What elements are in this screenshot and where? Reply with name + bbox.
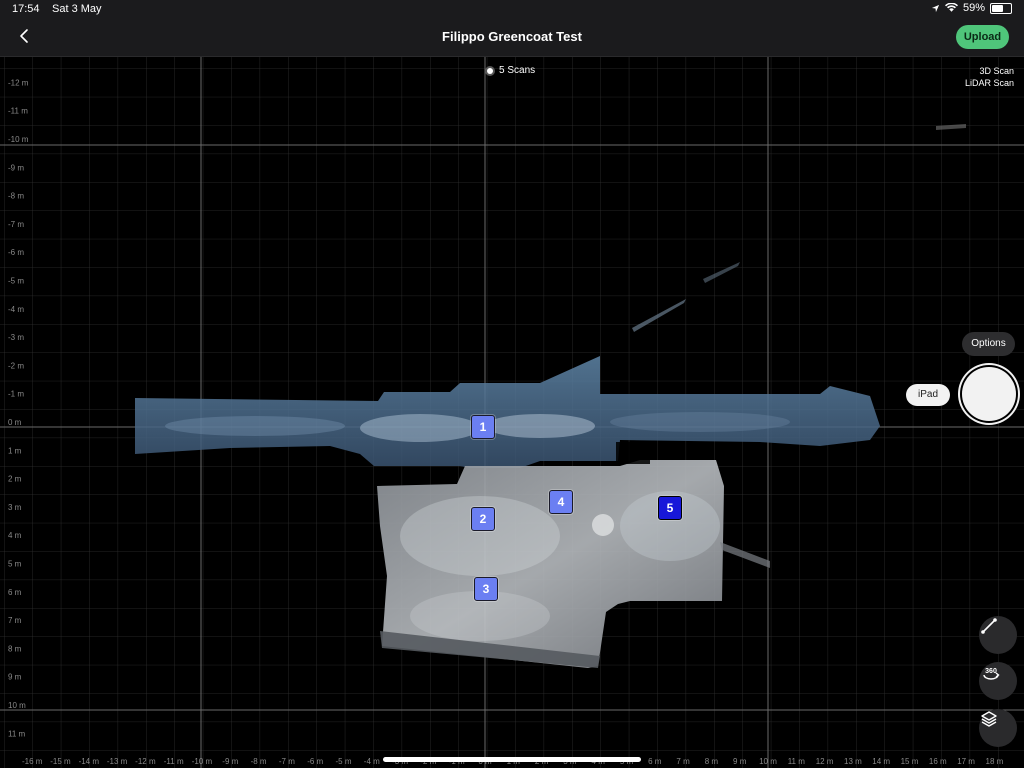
y-axis-label: 8 m xyxy=(8,644,22,653)
y-axis-label: 2 m xyxy=(8,475,22,484)
x-axis-label: 12 m xyxy=(816,757,834,766)
x-axis-label: 18 m xyxy=(986,757,1004,766)
y-axis-label: -8 m xyxy=(8,192,24,201)
x-axis-label: -10 m xyxy=(192,757,213,766)
y-axis-label: 1 m xyxy=(8,446,22,455)
x-axis-label: 6 m xyxy=(648,757,662,766)
x-axis-label: -15 m xyxy=(50,757,71,766)
ruler-line-icon xyxy=(981,618,997,634)
scan-map[interactable]: -12 m -11 m -10 m -9 m -8 m -7 m -6 m -5 m -4 m -… xyxy=(0,56,1024,768)
battery-percentage: 59% xyxy=(962,2,985,14)
view-360-label: 360 xyxy=(985,668,997,675)
y-axis-label: -10 m xyxy=(8,135,29,144)
wifi-icon xyxy=(944,3,958,12)
x-axis-label: 17 m xyxy=(957,757,975,766)
x-axis-label: 14 m xyxy=(872,757,890,766)
y-axis-label: -5 m xyxy=(8,277,24,286)
x-axis-label: -11 m xyxy=(164,757,184,766)
map-canvas[interactable]: -12 m -11 m -10 m -9 m -8 m -7 m -6 m -5 m -4 m -… xyxy=(0,56,1024,768)
scan-pin-4[interactable]: 4 xyxy=(549,490,573,514)
page-title: Filippo Greencoat Test xyxy=(442,29,582,44)
radio-dot-icon xyxy=(487,67,493,74)
battery-icon xyxy=(990,2,1012,14)
x-axis-label: 11 m xyxy=(788,757,806,766)
scan-pin-1[interactable]: 1 xyxy=(471,415,495,439)
x-axis-label: -4 m xyxy=(364,757,380,766)
upload-button[interactable]: Upload xyxy=(956,25,1009,49)
y-axis-label: 0 m xyxy=(8,418,22,427)
scans-count-indicator[interactable]: 5 Scans xyxy=(487,65,535,76)
x-axis-label: -14 m xyxy=(79,757,100,766)
measure-tool-button[interactable] xyxy=(979,616,1017,654)
x-axis-label: -8 m xyxy=(251,757,267,766)
x-axis-label: 15 m xyxy=(901,757,919,766)
y-axis-label: 10 m xyxy=(8,701,26,710)
scan-pin-2[interactable]: 2 xyxy=(471,507,495,531)
y-axis-label: 7 m xyxy=(8,616,22,625)
y-axis-label: -3 m xyxy=(8,333,24,342)
location-arrow-icon xyxy=(931,4,940,12)
capture-button[interactable] xyxy=(962,367,1016,421)
y-axis-label: -7 m xyxy=(8,220,24,229)
y-axis-label: 9 m xyxy=(8,673,22,682)
y-axis-label: -11 m xyxy=(8,107,28,116)
y-axis-label: 4 m xyxy=(8,531,22,540)
view-360-button[interactable]: 360 xyxy=(979,662,1017,700)
y-axis-label: 11 m xyxy=(8,729,26,738)
x-axis-label: 16 m xyxy=(929,757,947,766)
status-date: Sat 3 May xyxy=(52,3,102,15)
x-axis-label: -12 m xyxy=(135,757,156,766)
y-axis-label: -4 m xyxy=(8,305,24,314)
y-axis-label: 6 m xyxy=(8,588,22,597)
x-axis-label: -5 m xyxy=(336,757,352,766)
scan-mode-labels: 3D Scan LiDAR Scan xyxy=(965,65,1014,89)
x-axis-label: -16 m xyxy=(22,757,43,766)
x-axis-label: -6 m xyxy=(307,757,323,766)
status-time: 17:54 xyxy=(12,3,40,15)
x-axis-label: -13 m xyxy=(107,757,128,766)
y-axis-label: -1 m xyxy=(8,390,24,399)
device-selector-button[interactable]: iPad xyxy=(906,384,950,406)
scans-count-label: 5 Scans xyxy=(499,65,536,76)
x-axis-label: -9 m xyxy=(222,757,238,766)
mode-3d-scan: 3D Scan xyxy=(979,66,1014,76)
x-axis-label: 9 m xyxy=(733,757,747,766)
rotate-360-icon: 360 xyxy=(983,668,1000,680)
x-axis-label: 7 m xyxy=(676,757,690,766)
scan-pin-3[interactable]: 3 xyxy=(474,577,498,601)
x-axis-label: 8 m xyxy=(705,757,719,766)
y-axis-label: -6 m xyxy=(8,248,24,257)
layers-icon xyxy=(981,711,997,727)
y-axis-label: 3 m xyxy=(8,503,22,512)
status-right: 59% xyxy=(931,2,1012,14)
layers-button[interactable] xyxy=(979,709,1017,747)
mode-lidar-scan: LiDAR Scan xyxy=(964,78,1014,88)
x-axis-label: -7 m xyxy=(279,757,295,766)
status-bar: 17:54 Sat 3 May 59% xyxy=(0,0,1024,18)
scan-pin-5[interactable]: 5 xyxy=(658,496,682,520)
home-indicator[interactable] xyxy=(383,757,641,762)
x-axis-label: 10 m xyxy=(759,757,777,766)
y-axis-label: -9 m xyxy=(8,163,24,172)
x-axis-label: 13 m xyxy=(844,757,862,766)
options-button[interactable]: Options xyxy=(962,332,1015,356)
y-axis-label: -12 m xyxy=(8,78,29,87)
navigation-bar: Filippo Greencoat Test Upload xyxy=(0,18,1024,57)
y-axis-label: -2 m xyxy=(8,361,24,370)
y-axis-label: 5 m xyxy=(8,560,22,569)
